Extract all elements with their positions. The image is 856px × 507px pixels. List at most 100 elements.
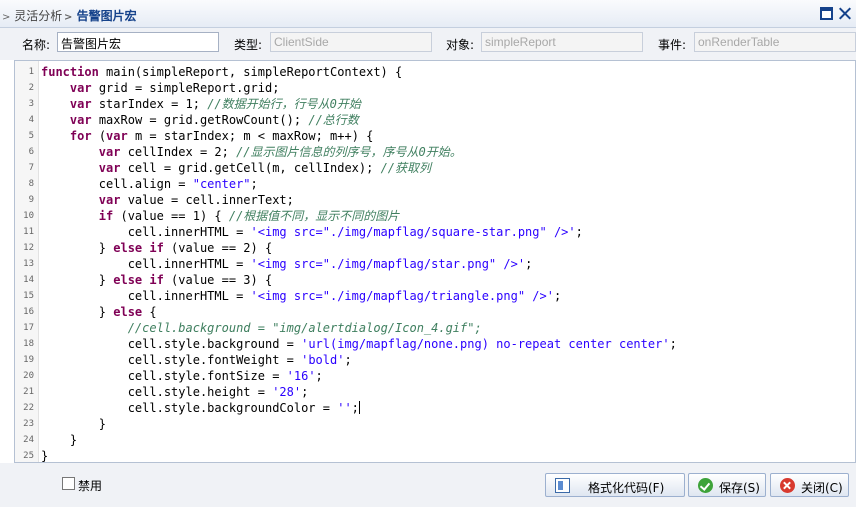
line-number: 13 (23, 259, 34, 269)
type-label: 类型: (234, 38, 263, 52)
bottom-toolbar: 禁用 格式化代码(F) 保存(S) 关闭(C) (0, 463, 856, 507)
line-number: 11 (23, 227, 34, 237)
disable-checkbox[interactable] (62, 477, 75, 490)
code-text: } (41, 433, 78, 447)
line-number: 10 (23, 211, 34, 221)
code-line[interactable]: 24 } (15, 432, 855, 448)
breadcrumb-parent[interactable]: > 灵活分析 (2, 7, 62, 24)
name-label: 名称: (22, 38, 51, 52)
code-line[interactable]: 23 } (15, 416, 855, 432)
code-line[interactable]: 19 cell.style.fontWeight = 'bold'; (15, 352, 855, 368)
code-line[interactable]: 11 cell.innerHTML = '<img src="./img/map… (15, 224, 855, 240)
code-line[interactable]: 25} (15, 448, 855, 463)
line-number: 9 (28, 195, 34, 205)
line-number: 24 (23, 435, 34, 445)
code-line[interactable]: 7 var cell = grid.getCell(m, cellIndex);… (15, 160, 855, 176)
save-button-label: 保存(S) (719, 481, 760, 495)
object-input: simpleReport (481, 32, 643, 52)
code-text: cell.style.fontSize = '16'; (41, 369, 323, 383)
code-line[interactable]: 13 cell.innerHTML = '<img src="./img/map… (15, 256, 855, 272)
disable-checkbox-label: 禁用 (78, 479, 103, 493)
event-input: onRenderTable (694, 32, 856, 52)
code-text: cell.style.height = '28'; (41, 385, 309, 399)
close-button-label: 关闭(C) (801, 481, 843, 495)
object-label: 对象: (446, 38, 475, 52)
code-line[interactable]: 12 } else if (value == 2) { (15, 240, 855, 256)
code-text: function main(simpleReport, simpleReport… (41, 65, 403, 79)
line-number: 25 (23, 451, 34, 461)
line-number: 1 (28, 67, 34, 77)
code-text: cell.style.fontWeight = 'bold'; (41, 353, 352, 367)
code-text: var cell = grid.getCell(m, cellIndex); /… (98, 161, 432, 175)
code-text: cell.style.backgroundColor = ''; (41, 401, 360, 415)
maximize-icon[interactable] (820, 7, 833, 20)
code-line[interactable]: 5 for (var m = starIndex; m < maxRow; m+… (15, 128, 855, 144)
code-text: cell.align = "center"; (41, 177, 258, 191)
code-text: } else if (value == 2) { (41, 241, 273, 255)
line-number: 14 (23, 275, 34, 285)
code-text: var maxRow = grid.getRowCount(); //总行数 (69, 113, 359, 127)
line-number: 20 (23, 371, 34, 381)
code-text: } else { (41, 305, 157, 319)
code-text: } (41, 449, 49, 463)
line-number: 15 (23, 291, 34, 301)
code-line[interactable]: 22 cell.style.backgroundColor = ''; (15, 400, 855, 416)
line-number: 6 (28, 147, 34, 157)
code-line[interactable]: 15 cell.innerHTML = '<img src="./img/map… (15, 288, 855, 304)
line-number: 8 (28, 179, 34, 189)
type-input: ClientSide (270, 32, 432, 52)
code-line[interactable]: 14 } else if (value == 3) { (15, 272, 855, 288)
code-text: cell.style.background = 'url(img/mapflag… (41, 337, 677, 351)
code-text: //cell.background = "img/alertdialog/Ico… (127, 321, 482, 335)
code-line[interactable]: 10 if (value == 1) { //根据值不同，显示不同的图片 (15, 208, 855, 224)
line-number: 21 (23, 387, 34, 397)
chevron-right-icon: > (2, 12, 11, 23)
line-number: 17 (23, 323, 34, 333)
close-icon[interactable] (838, 7, 851, 20)
breadcrumb-current: > 告警图片宏 (64, 7, 137, 24)
code-text: var grid = simpleReport.grid; (69, 81, 280, 95)
code-line[interactable]: 6 var cellIndex = 2; //显示图片信息的列序号，序号从0开始… (15, 144, 855, 160)
code-text: cell.innerHTML = '<img src="./img/mapfla… (41, 257, 533, 271)
line-number: 23 (23, 419, 34, 429)
code-line[interactable]: 18 cell.style.background = 'url(img/mapf… (15, 336, 855, 352)
line-number: 4 (28, 115, 34, 125)
breadcrumb-parent-label: 灵活分析 (14, 9, 63, 23)
check-icon (698, 478, 713, 493)
name-input[interactable]: 告警图片宏 (57, 32, 219, 52)
text-cursor (358, 401, 360, 414)
save-button[interactable]: 保存(S) (688, 473, 766, 497)
line-number: 22 (23, 403, 34, 413)
code-line[interactable]: 21 cell.style.height = '28'; (15, 384, 855, 400)
code-line[interactable]: 20 cell.style.fontSize = '16'; (15, 368, 855, 384)
code-text: } else if (value == 3) { (41, 273, 273, 287)
code-line[interactable]: 17 //cell.background = "img/alertdialog/… (15, 320, 855, 336)
code-text: cell.innerHTML = '<img src="./img/mapfla… (41, 289, 562, 303)
line-number: 2 (28, 83, 34, 93)
line-number: 3 (28, 99, 34, 109)
code-text: var value = cell.innerText; (98, 193, 294, 207)
code-line[interactable]: 4 var maxRow = grid.getRowCount(); //总行数 (15, 112, 855, 128)
code-line[interactable]: 1 function main(simpleReport, simpleRepor… (15, 64, 855, 80)
format-code-icon (555, 478, 570, 493)
format-code-button-label: 格式化代码(F) (588, 481, 665, 495)
macro-form-row: 名称: 告警图片宏 类型: ClientSide 对象: simpleRepor… (0, 28, 856, 60)
code-line[interactable]: 3 var starIndex = 1; //数据开始行，行号从0开始 (15, 96, 855, 112)
window-titlebar: > 灵活分析 > 告警图片宏 (0, 0, 856, 28)
code-editor[interactable]: 1 function main(simpleReport, simpleRepor… (14, 60, 856, 463)
line-number: 18 (23, 339, 34, 349)
line-number: 5 (28, 131, 34, 141)
code-line[interactable]: 9 var value = cell.innerText; (15, 192, 855, 208)
event-label: 事件: (658, 38, 687, 52)
chevron-right-icon: > (64, 12, 73, 23)
breadcrumb-current-label: 告警图片宏 (76, 9, 137, 23)
code-line[interactable]: 16 } else { (15, 304, 855, 320)
line-number: 16 (23, 307, 34, 317)
format-code-button[interactable]: 格式化代码(F) (545, 473, 685, 497)
code-text: var starIndex = 1; //数据开始行，行号从0开始 (69, 97, 361, 111)
line-number: 19 (23, 355, 34, 365)
code-text: } (41, 417, 107, 431)
code-line[interactable]: 2 var grid = simpleReport.grid; (15, 80, 855, 96)
code-line[interactable]: 8 cell.align = "center"; (15, 176, 855, 192)
close-button[interactable]: 关闭(C) (770, 473, 849, 497)
